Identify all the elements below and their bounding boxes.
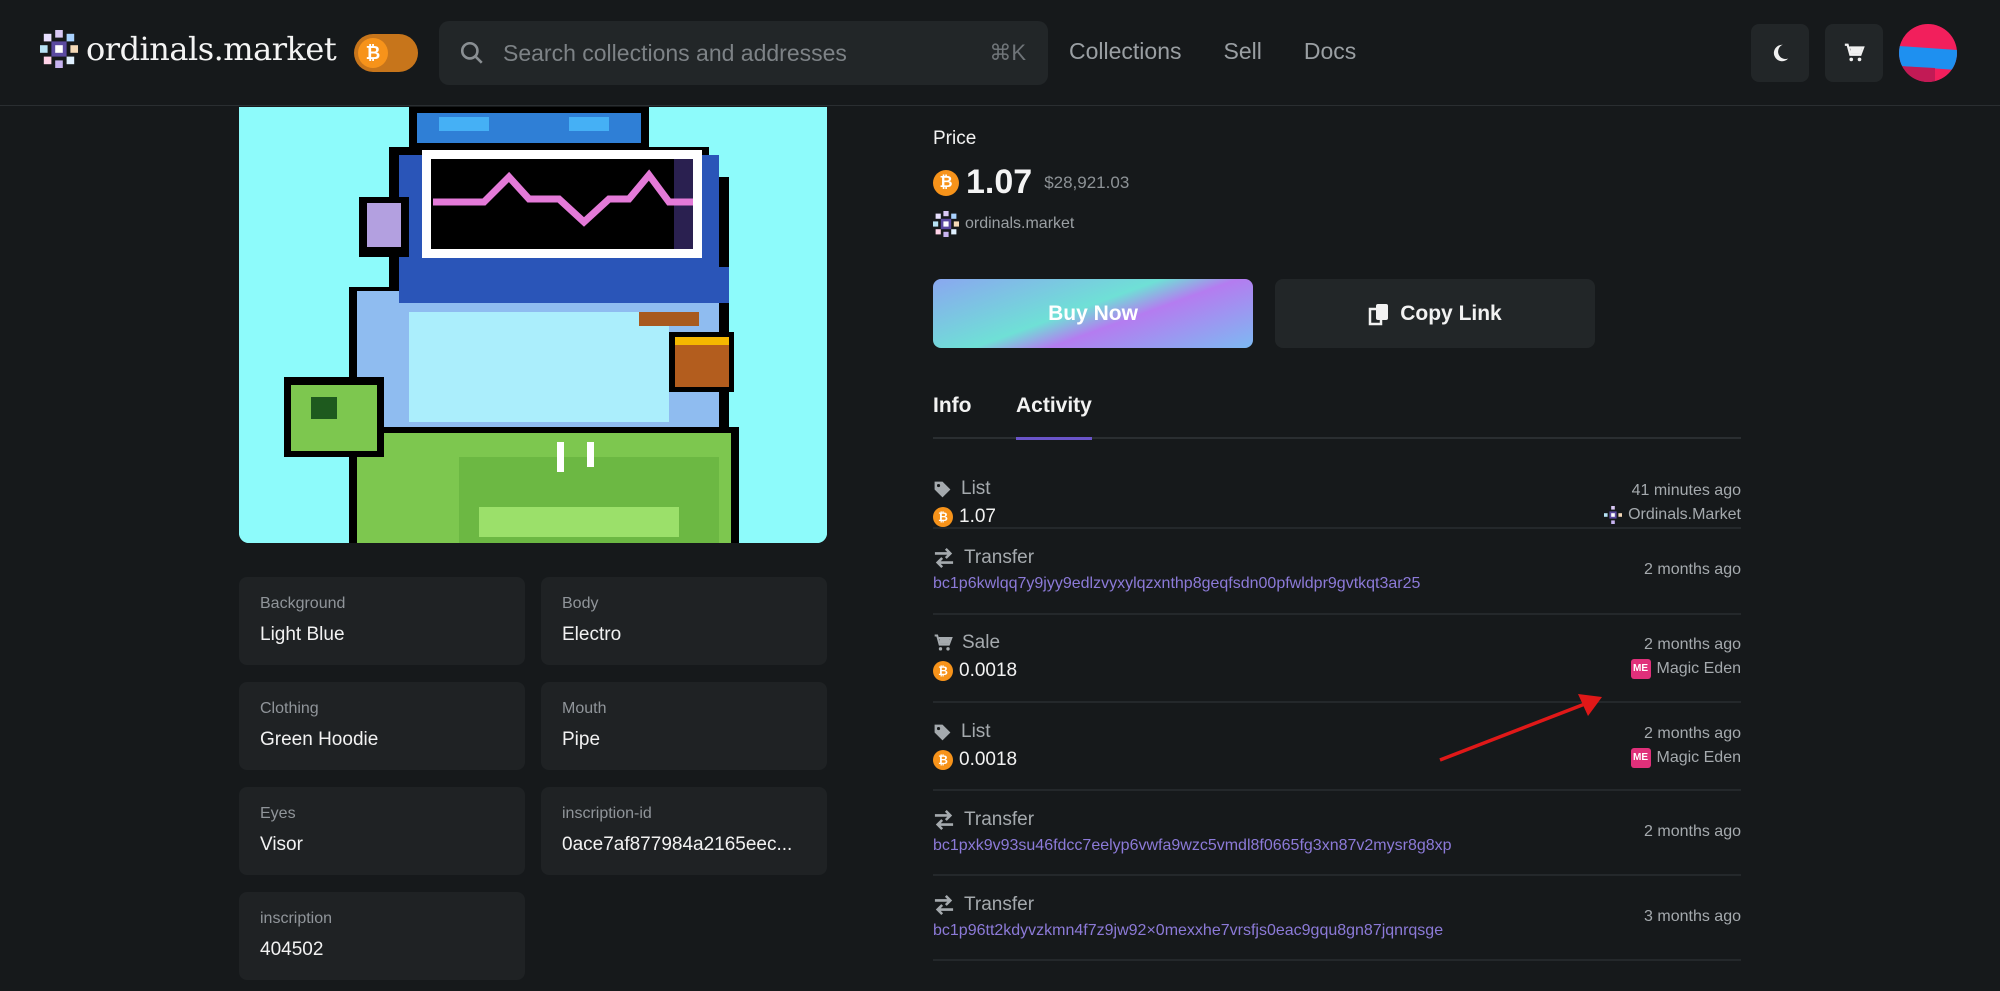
activity-marketplace[interactable]: Ordinals.Market <box>1604 506 1741 524</box>
trait-label: Body <box>562 595 599 612</box>
trait-card-inscription-id[interactable]: inscription-id 0ace7af877984a2165eec... <box>541 787 827 875</box>
activity-address-link[interactable]: bc1p6kwlqq7y9jyy9edlzvyxylqzxnthp8geqfsd… <box>933 575 1420 593</box>
transfer-icon <box>934 548 954 568</box>
price-btc: 1.07 <box>966 163 1033 201</box>
listing-marketplace: ordinals.market <box>933 211 1074 237</box>
search-bar[interactable]: ⌘K <box>439 21 1048 85</box>
trait-card: Mouth Pipe <box>541 682 827 770</box>
activity-row: List ₿ 1.07 41 minutes ago Ordinals.Mark… <box>933 441 1741 529</box>
trait-card: Background Light Blue <box>239 577 525 665</box>
tag-icon <box>934 481 951 497</box>
traits-grid: Background Light Blue Body Electro Clothin… <box>239 577 827 980</box>
cart-button[interactable] <box>1825 24 1883 82</box>
activity-time: 41 minutes ago <box>1631 482 1741 499</box>
copy-icon <box>1368 303 1389 325</box>
price-usd: $28,921.03 <box>1044 172 1130 192</box>
trait-card-inscription: inscription 404502 <box>239 892 525 980</box>
search-input[interactable] <box>503 21 963 85</box>
annotation-arrow-icon <box>1439 694 1602 762</box>
activity-type: List <box>933 721 991 743</box>
nft-artwork <box>239 107 827 543</box>
transfer-icon <box>934 810 954 830</box>
activity-row: Transfer bc1pxk9v93su46fdcc7eelyp6vwfa9w… <box>933 791 1741 876</box>
activity-marketplace[interactable]: ME Magic Eden <box>1630 659 1741 679</box>
brand-logo[interactable]: ordinals.market <box>40 30 337 68</box>
activity-type: Transfer <box>933 547 1034 569</box>
activity-time: 3 months ago <box>1644 908 1741 925</box>
trait-value: Green Hoodie <box>260 729 379 750</box>
activity-row: Transfer bc1p96tt2kdyvzkmn4f7z9jw92×0mex… <box>933 876 1741 961</box>
theme-toggle-button[interactable] <box>1751 24 1809 82</box>
copy-link-button[interactable]: Copy Link <box>1275 279 1595 348</box>
trait-card: Clothing Green Hoodie <box>239 682 525 770</box>
price-label: Price <box>933 128 977 149</box>
activity-amount: ₿ 0.0018 <box>933 660 1017 682</box>
marketplace-name: ordinals.market <box>965 215 1075 232</box>
tag-icon <box>934 724 951 740</box>
price-row: ₿ 1.07 $28,921.03 <box>933 163 1129 202</box>
bitcoin-icon: ₿ <box>933 169 959 196</box>
activity-type: Transfer <box>933 809 1034 831</box>
buy-now-button[interactable]: Buy Now <box>933 279 1253 348</box>
bitcoin-icon: ₿ <box>358 38 388 68</box>
top-nav: ordinals.market ₿ ⌘K Collections Sell Do… <box>0 0 2000 106</box>
activity-time: 2 months ago <box>1644 561 1741 578</box>
activity-amount: ₿ 0.0018 <box>933 749 1017 771</box>
trait-value: Visor <box>260 834 303 855</box>
trait-value: Electro <box>562 624 622 645</box>
ordinals-logo-icon <box>933 211 959 237</box>
trait-value: Light Blue <box>260 624 345 645</box>
tab-activity[interactable]: Activity <box>1016 394 1092 440</box>
activity-type: Transfer <box>933 894 1034 916</box>
nav-collections[interactable]: Collections <box>1069 38 1182 65</box>
search-shortcut: ⌘K <box>989 40 1026 65</box>
copy-link-label: Copy Link <box>1400 301 1502 325</box>
search-icon <box>460 41 483 64</box>
ordinals-logo-icon <box>1604 506 1623 524</box>
cart-icon <box>934 634 953 651</box>
main-nav: Collections Sell Docs <box>1069 38 1356 65</box>
tab-info[interactable]: Info <box>933 394 971 418</box>
trait-label: inscription <box>260 910 333 927</box>
user-avatar[interactable] <box>1899 24 1957 82</box>
transfer-icon <box>934 895 954 915</box>
activity-row: Transfer bc1p6kwlqq7y9jyy9edlzvyxylqzxnt… <box>933 529 1741 615</box>
trait-label: Mouth <box>562 700 607 717</box>
trait-value: Pipe <box>562 729 601 750</box>
bitcoin-icon: ₿ <box>933 750 953 770</box>
activity-marketplace[interactable]: ME Magic Eden <box>1630 748 1741 768</box>
moon-icon <box>1773 44 1789 62</box>
activity-address-link[interactable]: bc1pxk9v93su46fdcc7eelyp6vwfa9wzc5vmdl8f… <box>933 837 1452 855</box>
trait-label: inscription-id <box>562 805 652 822</box>
trait-card: Eyes Visor <box>239 787 525 875</box>
magic-eden-icon: ME <box>1630 748 1651 768</box>
nav-docs[interactable]: Docs <box>1304 38 1356 65</box>
trait-label: Eyes <box>260 805 296 822</box>
cart-icon <box>1844 43 1865 62</box>
trait-label: Background <box>260 595 346 612</box>
currency-toggle[interactable]: ₿ <box>354 34 418 72</box>
activity-time: 2 months ago <box>1644 725 1741 742</box>
activity-amount: ₿ 1.07 <box>933 506 996 528</box>
activity-address-link[interactable]: bc1p96tt2kdyvzkmn4f7z9jw92×0mexxhe7vrsfj… <box>933 922 1443 940</box>
bitcoin-icon: ₿ <box>933 661 953 681</box>
activity-time: 2 months ago <box>1644 823 1741 840</box>
trait-value: 404502 <box>260 939 324 960</box>
magic-eden-icon: ME <box>1630 659 1651 679</box>
detail-tabs: Info Activity <box>933 380 1741 440</box>
trait-value: 0ace7af877984a2165eec... <box>562 834 793 855</box>
avatar-image <box>1899 24 1957 82</box>
trait-label: Clothing <box>260 700 319 717</box>
ordinals-logo-icon <box>40 30 78 68</box>
activity-time: 2 months ago <box>1644 636 1741 653</box>
bitcoin-icon: ₿ <box>933 507 953 527</box>
activity-type: Sale <box>933 632 1000 654</box>
nft-image[interactable] <box>239 107 827 543</box>
trait-card: Body Electro <box>541 577 827 665</box>
brand-name: ordinals.market <box>86 30 337 68</box>
activity-type: List <box>933 478 991 500</box>
nav-sell[interactable]: Sell <box>1224 38 1262 65</box>
